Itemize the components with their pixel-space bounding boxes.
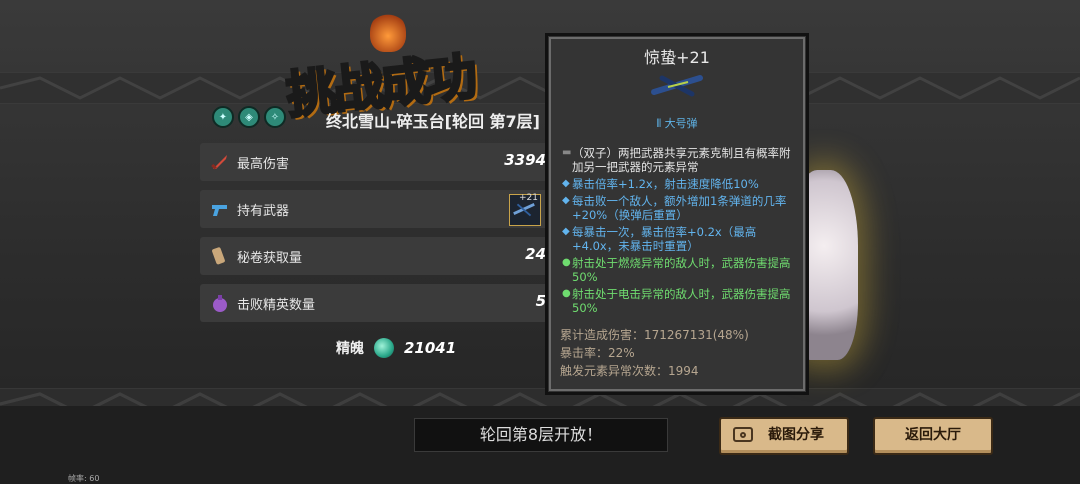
camera-icon (733, 427, 753, 442)
ammo-type: ⫴ 大号弹 (548, 115, 806, 131)
weapon-effects: ▬ （双子）两把武器共享元素克制且有概率附加另一把武器的元素异常 ◆ 暴击倍率+1.… (562, 146, 794, 318)
stat-row-elites: 击败精英数量 5 (200, 284, 550, 322)
element-triggers: 触发元素异常次数：1994 (560, 364, 699, 378)
gun-icon (212, 205, 227, 216)
cumulative-damage: 累计造成伤害：171267131(48%) (560, 328, 749, 342)
weapon-slot[interactable]: +21 (509, 193, 541, 226)
effect-text: 射击处于燃烧异常的敌人时，武器伤害提高50% (572, 256, 791, 284)
pattern-band-top (0, 72, 1080, 104)
buff-badge-icon: ✦ (212, 106, 234, 128)
bullet: ◆ (562, 178, 570, 189)
return-lobby-button[interactable]: 返回大厅 (873, 417, 993, 455)
stat-label: 最高伤害 (237, 157, 290, 172)
bullet: ● (562, 257, 571, 268)
stage-name: 终北雪山-碎玉台[轮回 第7层] (326, 112, 540, 131)
weapon-stats: 累计造成伤害：171267131(48%) 暴击率：22% 触发元素异常次数：1… (560, 326, 749, 380)
unlock-notice: 轮回第8层开放！ (414, 418, 668, 452)
sword-icon (211, 155, 227, 170)
fps-counter: 帧率: 60 (68, 474, 100, 483)
share-label: 截图分享 (768, 427, 824, 443)
essence-reward: 精魄 21041 (336, 338, 456, 358)
effect-line: ◆ 每暴击一次，暴击倍率+0.2x（最高+4.0x，未暴击时重置） (562, 225, 794, 253)
buff-badge-icon: ✧ (264, 106, 286, 128)
essence-value: 21041 (404, 339, 457, 357)
stat-label: 持有武器 (237, 204, 290, 219)
effect-text: 每击败一个敌人，额外增加1条弹道的几率+20%（换弹后重置） (572, 194, 787, 222)
effect-text: 每暴击一次，暴击倍率+0.2x（最高+4.0x，未暴击时重置） (572, 225, 757, 253)
stat-value: 24 (525, 245, 546, 263)
weapon-tooltip: 惊蛰+21 ⫴ 大号弹 ▬ （双子）两把武器共享元素克制且有概率附加另一把武器的元… (545, 33, 809, 395)
effect-text: 射击处于电击异常的敌人时，武器伤害提高50% (572, 287, 791, 315)
essence-label: 精魄 (336, 341, 364, 357)
stat-row-max-damage: 最高伤害 3394 (200, 143, 550, 181)
stat-row-scrolls: 秘卷获取量 24 (200, 237, 550, 275)
stat-row-weapons: 持有武器 +21 (200, 190, 550, 228)
bullet: ▬ (562, 147, 572, 158)
effect-line: ◆ 暴击倍率+1.2x，射击速度降低10% (562, 177, 794, 191)
screenshot-share-button[interactable]: 截图分享 (719, 417, 849, 455)
weapon-level: +21 (519, 193, 538, 203)
bullet: ◆ (562, 226, 570, 237)
stat-value: 3394 (504, 151, 546, 169)
bullet: ● (562, 288, 571, 299)
bullet: ◆ (562, 195, 570, 206)
effect-line: ▬ （双子）两把武器共享元素克制且有概率附加另一把武器的元素异常 (562, 146, 794, 174)
effect-line: ● 射击处于燃烧异常的敌人时，武器伤害提高50% (562, 256, 794, 284)
effect-text: （双子）两把武器共享元素克制且有概率附加另一把武器的元素异常 (572, 146, 791, 174)
crit-rate: 暴击率：22% (560, 346, 635, 360)
buff-badges: ✦ ◈ ✧ (212, 106, 286, 128)
stat-label: 击败精英数量 (237, 298, 316, 313)
stat-label: 秘卷获取量 (237, 251, 303, 266)
scroll-icon (212, 247, 225, 265)
effect-line: ● 射击处于电击异常的敌人时，武器伤害提高50% (562, 287, 794, 315)
ammo-label: 大号弹 (664, 117, 698, 130)
weapon-name: 惊蛰+21 (644, 48, 710, 67)
crossbow-icon (651, 75, 703, 97)
buff-badge-icon: ◈ (238, 106, 260, 128)
potion-icon (213, 295, 227, 312)
effect-text: 暴击倍率+1.2x，射击速度降低10% (572, 177, 759, 191)
gem-icon (374, 338, 394, 358)
ammo-icon: ⫴ (656, 117, 665, 130)
effect-line: ◆ 每击败一个敌人，额外增加1条弹道的几率+20%（换弹后重置） (562, 194, 794, 222)
